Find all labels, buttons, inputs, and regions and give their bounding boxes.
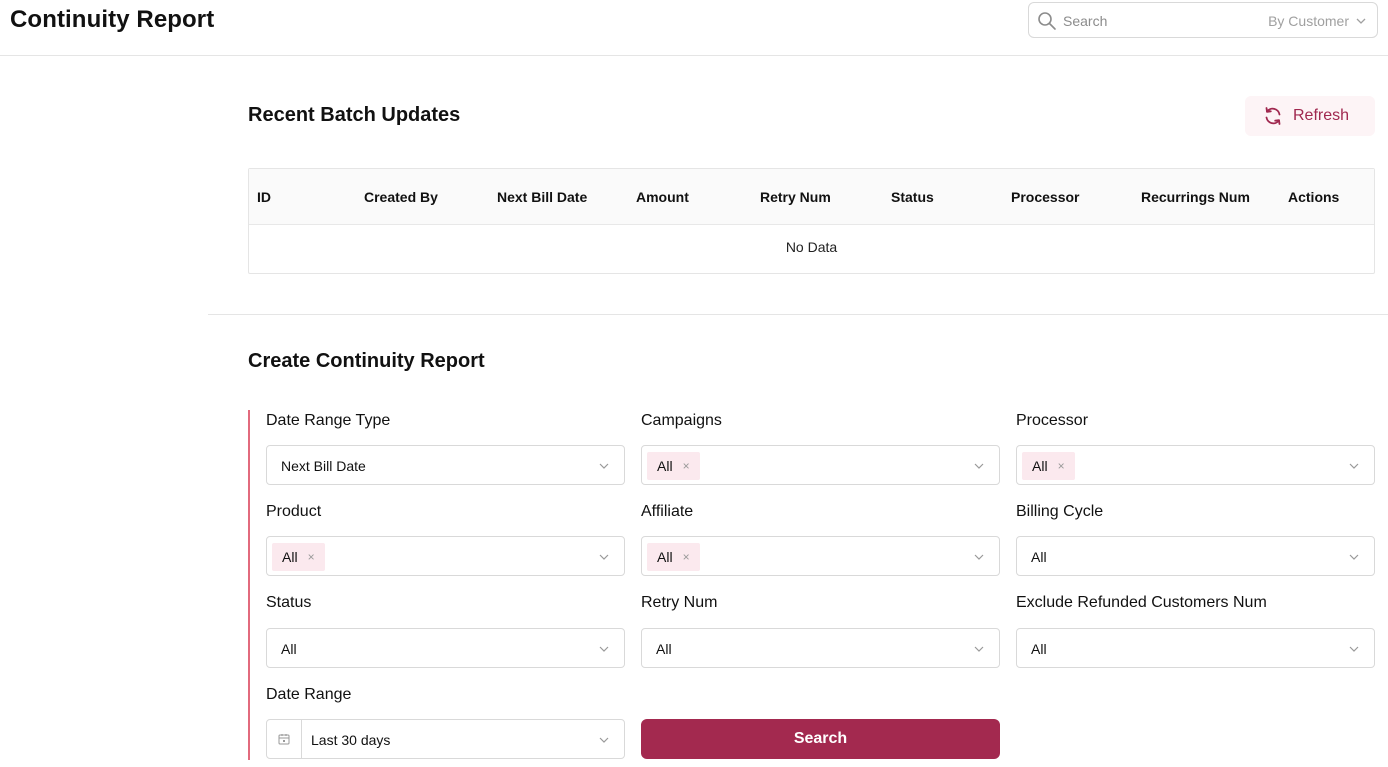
retry-num-label: Retry Num bbox=[641, 594, 718, 611]
batch-section-title: Recent Batch Updates bbox=[248, 104, 461, 126]
status-label: Status bbox=[266, 594, 312, 611]
retry-num-value: All bbox=[656, 641, 672, 657]
chevron-down-icon bbox=[1349, 646, 1359, 652]
column-id[interactable]: ID bbox=[257, 189, 271, 205]
exclude-refunded-label: Exclude Refunded Customers Num bbox=[1016, 594, 1267, 611]
retry-num-select[interactable]: All bbox=[641, 628, 1000, 668]
form-section-title: Create Continuity Report bbox=[248, 350, 485, 372]
column-next-bill-date[interactable]: Next Bill Date bbox=[497, 189, 587, 205]
top-header: Continuity Report Search By Customer bbox=[0, 0, 1388, 56]
close-icon[interactable]: × bbox=[683, 460, 690, 472]
search-icon bbox=[1038, 12, 1056, 30]
form-accent-bar bbox=[248, 410, 250, 760]
chevron-down-icon bbox=[974, 646, 984, 652]
search-button-label: Search bbox=[793, 730, 848, 747]
chevron-down-icon bbox=[599, 646, 609, 652]
date-range-value: Last 30 days bbox=[311, 732, 391, 748]
search-input[interactable]: Search bbox=[1063, 13, 1107, 29]
refresh-button[interactable]: Refresh bbox=[1245, 96, 1375, 136]
search-scope-select[interactable]: By Customer bbox=[1268, 13, 1349, 29]
campaigns-label: Campaigns bbox=[641, 412, 722, 429]
chevron-down-icon[interactable] bbox=[1355, 15, 1367, 27]
date-range-select[interactable]: Last 30 days bbox=[266, 719, 625, 759]
campaigns-tag-label: All bbox=[657, 458, 673, 474]
processor-select[interactable]: All × bbox=[1016, 445, 1375, 485]
column-retry-num[interactable]: Retry Num bbox=[760, 189, 831, 205]
global-search[interactable]: Search By Customer bbox=[1028, 2, 1378, 38]
campaigns-tag: All × bbox=[647, 452, 700, 480]
date-range-label: Date Range bbox=[266, 686, 352, 703]
exclude-refunded-value: All bbox=[1031, 641, 1047, 657]
chevron-down-icon bbox=[599, 463, 609, 469]
section-divider bbox=[208, 314, 1388, 315]
calendar-addon bbox=[267, 720, 302, 758]
chevron-down-icon bbox=[974, 554, 984, 560]
date-range-type-label: Date Range Type bbox=[266, 412, 391, 429]
product-tag-label: All bbox=[282, 549, 298, 565]
batch-table: ID Created By Next Bill Date Amount Retr… bbox=[248, 168, 1375, 274]
close-icon[interactable]: × bbox=[1058, 460, 1065, 472]
processor-label: Processor bbox=[1016, 412, 1089, 429]
column-created-by[interactable]: Created By bbox=[364, 189, 438, 205]
status-value: All bbox=[281, 641, 297, 657]
column-status[interactable]: Status bbox=[891, 189, 934, 205]
date-range-type-value: Next Bill Date bbox=[281, 458, 366, 474]
date-range-type-select[interactable]: Next Bill Date bbox=[266, 445, 625, 485]
close-icon[interactable]: × bbox=[683, 551, 690, 563]
chevron-down-icon bbox=[1349, 554, 1359, 560]
exclude-refunded-select[interactable]: All bbox=[1016, 628, 1375, 668]
chevron-down-icon bbox=[1349, 463, 1359, 469]
calendar-icon bbox=[278, 734, 290, 745]
chevron-down-icon bbox=[974, 463, 984, 469]
product-label: Product bbox=[266, 503, 322, 520]
billing-cycle-select[interactable]: All bbox=[1016, 536, 1375, 576]
table-header: ID Created By Next Bill Date Amount Retr… bbox=[249, 169, 1374, 225]
status-select[interactable]: All bbox=[266, 628, 625, 668]
close-icon[interactable]: × bbox=[308, 551, 315, 563]
column-actions[interactable]: Actions bbox=[1288, 189, 1339, 205]
billing-cycle-value: All bbox=[1031, 549, 1047, 565]
product-tag: All × bbox=[272, 543, 325, 571]
chevron-down-icon bbox=[599, 554, 609, 560]
affiliate-tag: All × bbox=[647, 543, 700, 571]
refresh-label: Refresh bbox=[1293, 107, 1350, 124]
column-recurrings-num[interactable]: Recurrings Num bbox=[1141, 189, 1250, 205]
affiliate-label: Affiliate bbox=[641, 503, 694, 520]
column-amount[interactable]: Amount bbox=[636, 189, 689, 205]
campaigns-select[interactable]: All × bbox=[641, 445, 1000, 485]
processor-tag-label: All bbox=[1032, 458, 1048, 474]
page-title: Continuity Report bbox=[10, 6, 215, 33]
product-select[interactable]: All × bbox=[266, 536, 625, 576]
refresh-icon bbox=[1265, 107, 1281, 125]
table-empty-text: No Data bbox=[785, 239, 838, 255]
search-button[interactable]: Search bbox=[641, 719, 1000, 759]
processor-tag: All × bbox=[1022, 452, 1075, 480]
affiliate-tag-label: All bbox=[657, 549, 673, 565]
affiliate-select[interactable]: All × bbox=[641, 536, 1000, 576]
column-processor[interactable]: Processor bbox=[1011, 189, 1079, 205]
billing-cycle-label: Billing Cycle bbox=[1016, 503, 1104, 520]
chevron-down-icon bbox=[599, 737, 609, 743]
